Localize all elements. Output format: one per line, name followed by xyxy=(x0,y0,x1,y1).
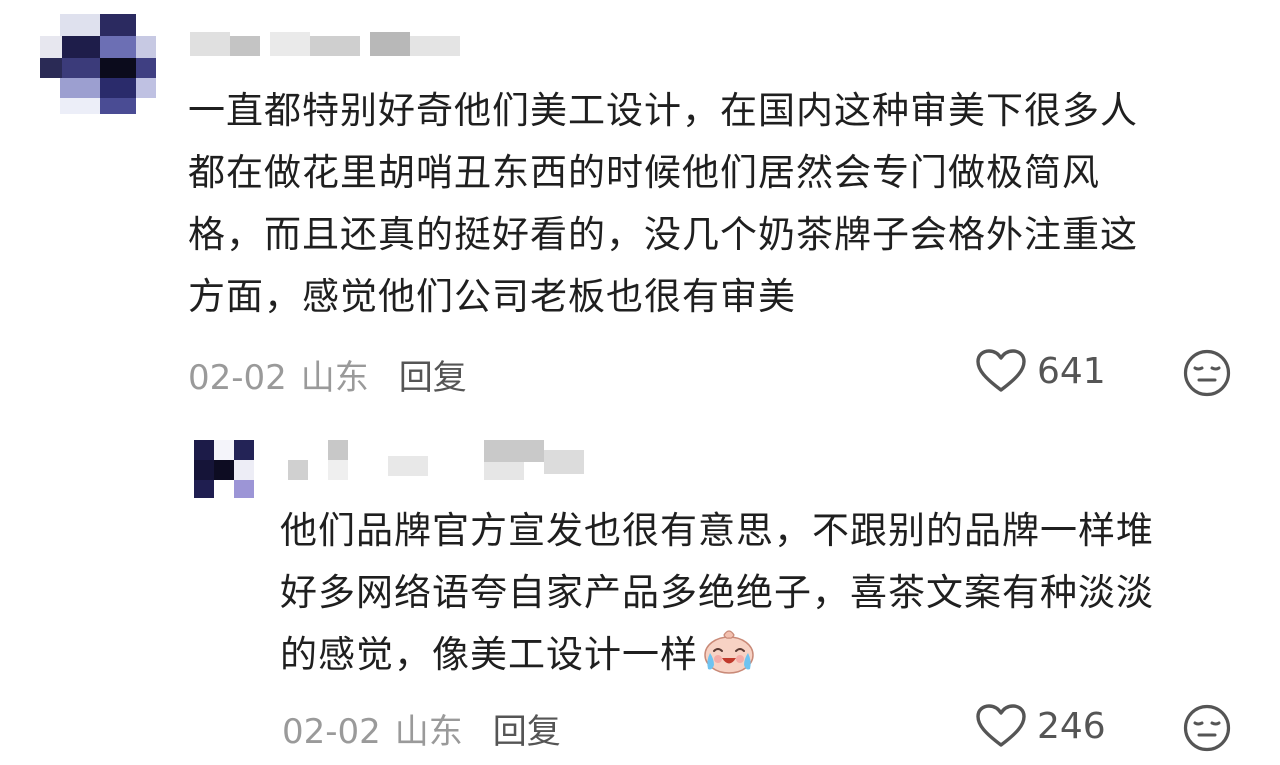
comment-line: 的感觉，像美工设计一样 xyxy=(280,624,1154,686)
crying-laughing-emoji-icon xyxy=(704,630,754,674)
comment-line: 好多网络语夸自家产品多绝绝子，喜茶文案有种淡淡 xyxy=(280,571,1154,614)
comment-line-text: 的感觉，像美工设计一样 xyxy=(280,633,698,676)
comment-date: 02-02 xyxy=(282,712,381,752)
comment-meta: 02-02 山东 回复 xyxy=(282,704,561,753)
avatar[interactable] xyxy=(40,14,160,114)
heart-outline-icon xyxy=(976,349,1026,392)
like-button[interactable]: 246 xyxy=(975,703,1106,749)
comment-line: 一直都特别好奇他们美工设计，在国内这种审美下很多人 xyxy=(188,89,1138,132)
comment-meta: 02-02 山东 回复 xyxy=(188,350,467,399)
like-button[interactable]: 641 xyxy=(975,348,1106,394)
username-blurred[interactable] xyxy=(190,32,470,58)
avatar[interactable] xyxy=(194,440,254,498)
reply-button[interactable]: 回复 xyxy=(399,358,467,398)
reply-button[interactable]: 回复 xyxy=(493,712,561,752)
comment-line: 方面，感觉他们公司老板也很有审美 xyxy=(188,275,796,318)
comment-line: 都在做花里胡哨丑东西的时候他们居然会专门做极简风 xyxy=(188,151,1100,194)
comment-text: 一直都特别好奇他们美工设计，在国内这种审美下很多人 都在做花里胡哨丑东西的时候他… xyxy=(188,80,1138,328)
neutral-face-icon xyxy=(1183,704,1231,752)
heart-outline-icon xyxy=(976,704,1026,747)
like-count: 246 xyxy=(1037,705,1106,747)
neutral-face-icon xyxy=(1183,349,1231,397)
comment-line: 他们品牌官方宣发也很有意思，不跟别的品牌一样堆 xyxy=(280,509,1154,552)
like-count: 641 xyxy=(1037,350,1106,392)
emoji-reaction-button[interactable] xyxy=(1182,348,1232,402)
emoji-reaction-button[interactable] xyxy=(1182,703,1232,757)
comment-text: 他们品牌官方宣发也很有意思，不跟别的品牌一样堆 好多网络语夸自家产品多绝绝子，喜… xyxy=(280,500,1154,686)
username-blurred[interactable] xyxy=(288,440,598,480)
comment-location: 山东 xyxy=(300,358,369,398)
comment-date: 02-02 xyxy=(188,358,287,398)
comment-line: 格，而且还真的挺好看的，没几个奶茶牌子会格外注重这 xyxy=(188,213,1138,256)
comment-location: 山东 xyxy=(394,712,463,752)
